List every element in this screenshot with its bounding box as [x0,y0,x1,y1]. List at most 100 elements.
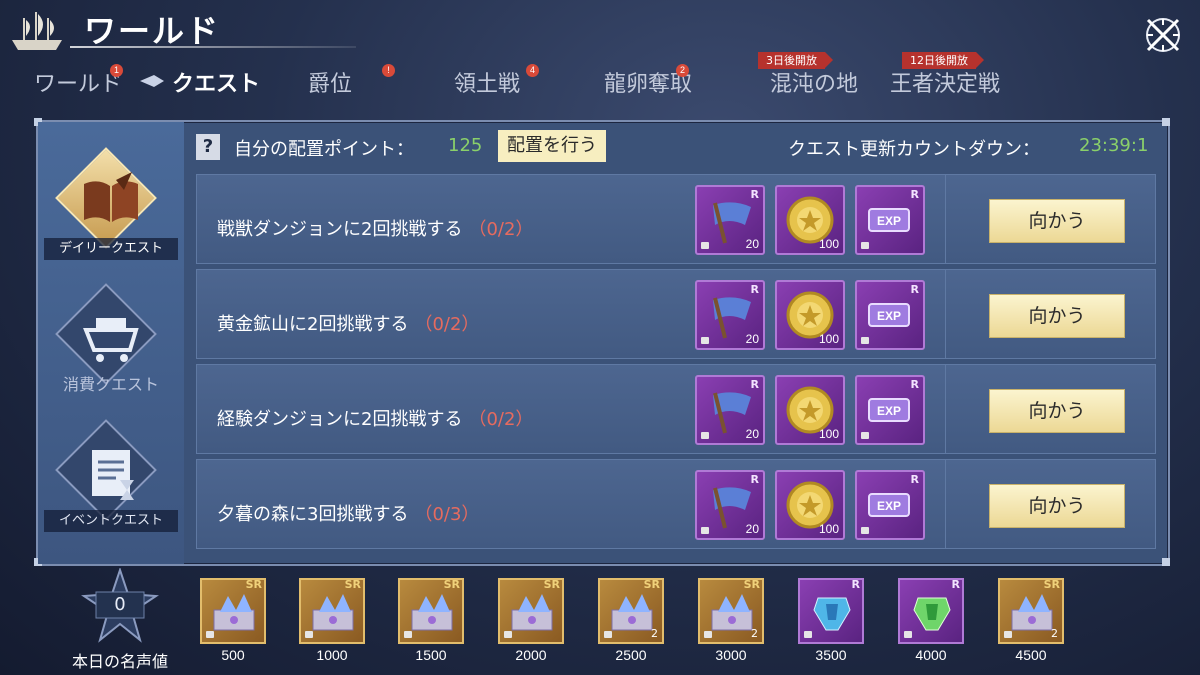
quest-row: 戦獣ダンジョンに2回挑戦する （0/2） R 20 100 EXP R 向かう [196,174,1156,264]
reward-coin[interactable]: 100 [775,375,845,445]
go-button[interactable]: 向かう [989,484,1125,528]
milestone-chest[interactable]: SR 2 [598,578,664,644]
reward-exp[interactable]: EXP R [855,280,925,350]
reward-coin[interactable]: 100 [775,470,845,540]
gem-chest-icon [312,594,354,631]
place-button[interactable]: 配置を行う [498,130,606,162]
milestone-chest[interactable]: SR [498,578,564,644]
lock-icon [861,432,869,439]
go-button[interactable]: 向かう [989,199,1125,243]
lock-icon [504,631,512,638]
category-daily-quest[interactable]: デイリークエスト [38,147,184,276]
lock-icon [904,631,912,638]
lock-icon [604,631,612,638]
gem-chest-icon [1011,594,1053,631]
lock-icon [704,631,712,638]
title-divider [70,46,356,48]
reward-exp[interactable]: EXP R [855,185,925,255]
exp-ticket-icon: EXP [868,398,910,422]
notepad-hourglass-icon [92,450,134,500]
reward-coin[interactable]: 100 [775,280,845,350]
svg-text:EXP: EXP [877,214,901,228]
tab-world[interactable]: ワールド 1 [34,64,123,98]
blue-armor-icon [813,597,851,631]
gem-chest-icon [213,594,255,631]
milestone-chest[interactable]: R [798,578,864,644]
help-button[interactable]: ? [196,134,220,160]
tab-quest[interactable]: クエスト [172,66,260,98]
exp-ticket-icon: EXP [868,303,910,327]
tab-peerage-badge: ! [382,64,395,77]
milestone-threshold: 4500 [1015,647,1047,663]
quill-pointer-icon [140,75,164,87]
reward-exp[interactable]: EXP R [855,375,925,445]
reward-coin[interactable]: 100 [775,185,845,255]
svg-text:EXP: EXP [877,499,901,513]
gem-chest-icon [711,594,753,631]
quest-row: 夕暮の森に3回挑戦する （0/3） R 20 100 EXP R 向かう [196,459,1156,549]
milestone-chest[interactable]: SR [200,578,266,644]
tab-chaos-land[interactable]: 3日後開放 混沌の地 [758,52,858,98]
reward-flag[interactable]: R 20 [695,185,765,255]
milestone-chest[interactable]: R [898,578,964,644]
category-event-quest[interactable]: イベントクエスト [38,419,184,548]
close-icon[interactable] [1142,14,1184,56]
gem-chest-icon [511,594,553,631]
go-button[interactable]: 向かう [989,389,1125,433]
category-label: デイリークエスト [44,238,178,260]
tab-dragon-egg-badge: 2 [676,64,689,77]
category-label: イベントクエスト [44,510,178,532]
quest-topbar: ? 自分の配置ポイント： 125 配置を行う クエスト更新カウントダウン： 23… [196,130,1158,164]
quest-description: 経験ダンジョンに2回挑戦する （0/2） [217,409,534,430]
countdown-value: 23:39:1 [1079,135,1149,156]
quest-row: 経験ダンジョンに2回挑戦する （0/2） R 20 100 EXP R 向かう [196,364,1156,454]
milestone-threshold: 500 [221,647,245,663]
milestone-chest[interactable]: SR [398,578,464,644]
reward-exp[interactable]: EXP R [855,470,925,540]
tab-world-badge: 1 [110,64,123,77]
countdown-label: クエスト更新カウントダウン： [788,139,1040,160]
milestone-chest[interactable]: SR [299,578,365,644]
lock-icon [1004,631,1012,638]
quest-description: 黄金鉱山に2回挑戦する （0/2） [217,314,480,335]
quest-category-sidebar: デイリークエスト › 消費クエスト イベントクエスト [38,122,203,564]
milestone-threshold: 3000 [715,647,747,663]
shopping-cart-icon [83,318,139,362]
book-icon [84,172,138,222]
tab-dragon-egg[interactable]: 龍卵奪取 2 [604,64,692,98]
gem-chest-icon [611,594,653,631]
milestone-chest[interactable]: SR 2 [998,578,1064,644]
lock-icon [804,631,812,638]
category-consumption-quest[interactable]: 消費クエスト [38,283,184,412]
tab-territory-war-badge: 4 [526,64,539,77]
gem-chest-icon [411,594,453,631]
panel-corner [1162,118,1170,126]
lock-icon [206,631,214,638]
exp-ticket-icon: EXP [868,493,910,517]
points-label: 自分の配置ポイント： [234,139,414,160]
reward-flag[interactable]: R 20 [695,375,765,445]
lock-icon [305,631,313,638]
ship-logo-icon [12,12,62,50]
green-armor-icon [913,597,951,631]
champion-ribbon: 12日後開放 [902,52,984,69]
go-button[interactable]: 向かう [989,294,1125,338]
lock-icon [861,527,869,534]
panel-corner [1162,558,1170,566]
lock-icon [861,242,869,249]
lock-icon [701,527,709,534]
lock-icon [701,432,709,439]
tab-territory-war[interactable]: 領土戦 4 [454,64,539,98]
reward-flag[interactable]: R 20 [695,470,765,540]
svg-text:EXP: EXP [877,309,901,323]
lock-icon [404,631,412,638]
milestone-chest[interactable]: SR 2 [698,578,764,644]
tab-peerage[interactable]: 爵位 ! [308,64,395,98]
milestone-threshold: 2500 [615,647,647,663]
quest-description: 戦獣ダンジョンに2回挑戦する （0/2） [217,219,534,240]
reward-flag[interactable]: R 20 [695,280,765,350]
chaos-land-ribbon: 3日後開放 [758,52,833,69]
tab-champion[interactable]: 12日後開放 王者決定戦 [890,52,1000,98]
tab-bar: ワールド 1 クエスト 爵位 ! 領土戦 4 龍卵奪取 2 3日後開放 混沌の地… [0,52,1200,100]
milestone-threshold: 1000 [316,647,348,663]
